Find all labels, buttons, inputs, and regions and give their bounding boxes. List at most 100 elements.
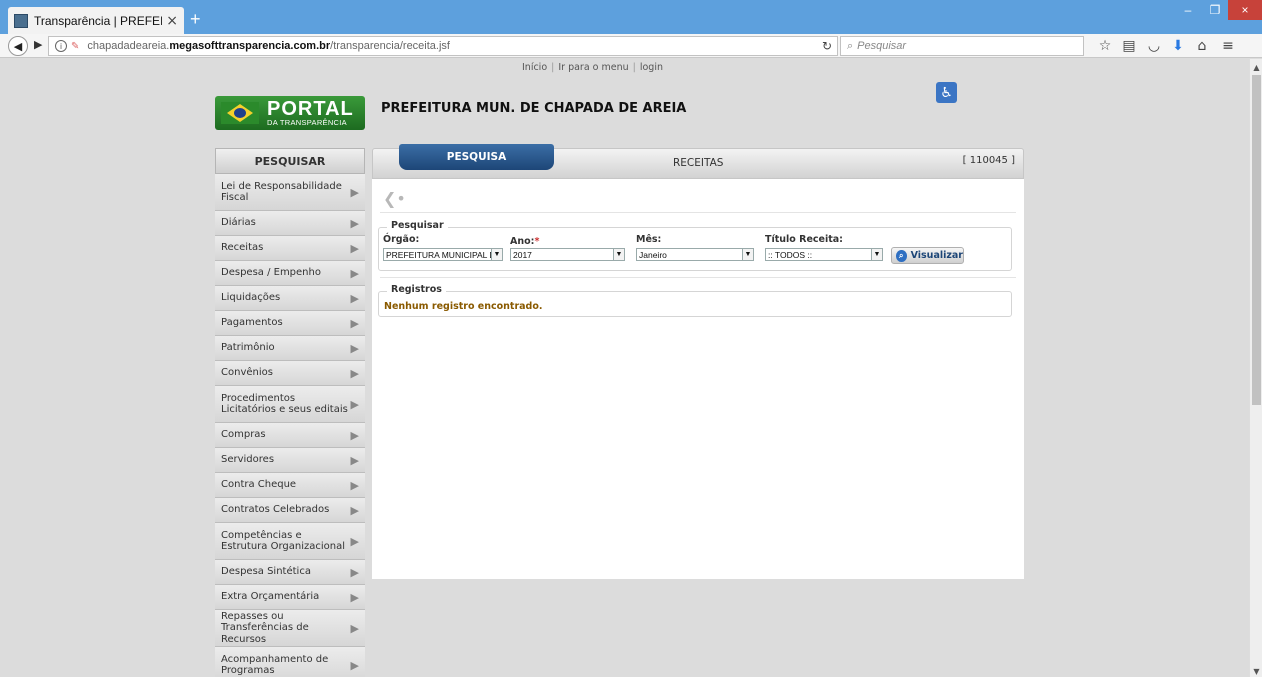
page-scrollbar[interactable]: ▲ ▼ <box>1249 59 1262 677</box>
chevron-down-icon: ▼ <box>871 249 882 260</box>
browser-tabstrip: Transparência | PREFEITU... × + – ❐ × <box>0 0 1262 34</box>
home-icon[interactable]: ⌂ <box>1194 38 1210 54</box>
link-login[interactable]: login <box>640 62 663 73</box>
brazil-flag-icon <box>221 102 259 124</box>
divider <box>380 277 1016 278</box>
browser-tab[interactable]: Transparência | PREFEITU... × <box>8 7 184 34</box>
reading-list-icon[interactable]: ▤ <box>1121 38 1137 54</box>
search-input[interactable]: ⌕ Pesquisar <box>840 36 1084 56</box>
url-bar[interactable]: i ✎ chapadadeareia. megasofttransparencia… <box>48 36 838 56</box>
logo-main-text: PORTAL <box>267 98 354 121</box>
sidebar-item-despesa-empenho[interactable]: Despesa / Empenho ▶ <box>215 261 365 286</box>
registros-legend: Registros <box>387 284 446 295</box>
pesquisar-legend: Pesquisar <box>387 220 448 231</box>
sidebar-item-contra-cheque[interactable]: Contra Cheque ▶ <box>215 473 365 498</box>
sidebar-item-receitas[interactable]: Receitas ▶ <box>215 236 365 261</box>
arrow-right-icon: ▶ <box>350 590 359 604</box>
scroll-down-icon[interactable]: ▼ <box>1250 665 1262 677</box>
sidebar-item-compras[interactable]: Compras ▶ <box>215 423 365 448</box>
portal-logo[interactable]: PORTAL DA TRANSPARÊNCIA <box>215 96 365 130</box>
arrow-right-icon: ▶ <box>350 658 359 672</box>
sidebar-item-lrf[interactable]: Lei de Responsabilidade Fiscal ▶ <box>215 174 365 211</box>
arrow-right-icon: ▶ <box>350 185 359 199</box>
back-button[interactable]: ◀ <box>8 36 28 56</box>
minimize-button[interactable]: – <box>1174 0 1202 20</box>
sidebar-item-competencias[interactable]: Competências e Estrutura Organizacional ▶ <box>215 523 365 560</box>
mes-label: Mês: <box>636 234 662 245</box>
arrow-right-icon: ▶ <box>350 478 359 492</box>
close-icon[interactable]: × <box>166 13 178 29</box>
titulo-receita-label: Título Receita: <box>765 234 843 245</box>
orgao-select[interactable]: PREFEITURA MUNICIPAL D ▼ <box>383 248 503 261</box>
search-icon: ⌕ <box>847 39 854 52</box>
sidebar-item-procedimentos[interactable]: Procedimentos Licitatórios e seus editai… <box>215 386 365 423</box>
url-path: /transparencia/receita.jsf <box>330 40 450 52</box>
main-tabbar: PESQUISA RECEITAS [ 110045 ] <box>372 144 1024 179</box>
sidebar-item-extra-orcamentaria[interactable]: Extra Orçamentária ▶ <box>215 585 365 610</box>
arrow-right-icon: ▶ <box>350 397 359 411</box>
navigation-bar: ◀ ▶ i ✎ chapadadeareia. megasofttranspare… <box>0 34 1262 58</box>
tab-title: Transparência | PREFEITU... <box>34 13 163 28</box>
scroll-thumb[interactable] <box>1252 75 1261 405</box>
arrow-right-icon: ▶ <box>350 291 359 305</box>
visualizar-button[interactable]: ⌕ Visualizar <box>891 247 964 264</box>
new-tab-button[interactable]: + <box>190 9 201 30</box>
arrow-right-icon: ▶ <box>350 453 359 467</box>
divider <box>380 212 1016 213</box>
arrow-right-icon: ▶ <box>350 565 359 579</box>
mes-select[interactable]: Janeiro ▼ <box>636 248 754 261</box>
forward-button[interactable]: ▶ <box>34 38 42 51</box>
registros-fieldset: Registros Nenhum registro encontrado. <box>378 284 1012 317</box>
insecure-lock-icon: ✎ <box>71 40 80 52</box>
chevron-down-icon: ▼ <box>491 249 502 260</box>
sidebar-item-pagamentos[interactable]: Pagamentos ▶ <box>215 311 365 336</box>
page-title: PREFEITURA MUN. DE CHAPADA DE AREIA <box>381 101 687 116</box>
chevron-down-icon: ▼ <box>742 249 753 260</box>
page-viewport: Início | Ir para o menu | login ♿ PORTAL DA … <box>0 59 1249 677</box>
tab-receitas[interactable]: RECEITAS <box>673 157 723 169</box>
bookmark-star-icon[interactable]: ☆ <box>1097 38 1113 54</box>
sidebar-header: PESQUISAR <box>215 148 365 174</box>
main-panel: ❮• Pesquisar Órgão: PREFEITURA MUNICIPAL… <box>372 179 1024 579</box>
link-menu[interactable]: Ir para o menu <box>558 62 628 73</box>
orgao-label: Órgão: <box>383 234 420 245</box>
pocket-icon[interactable]: ◡ <box>1146 38 1162 54</box>
reload-icon[interactable]: ↻ <box>817 37 837 55</box>
arrow-right-icon: ▶ <box>350 216 359 230</box>
window-close-button[interactable]: × <box>1228 0 1262 20</box>
logo-sub-text: DA TRANSPARÊNCIA <box>267 118 347 128</box>
sidebar-item-diarias[interactable]: Diárias ▶ <box>215 211 365 236</box>
sidebar-item-servidores[interactable]: Servidores ▶ <box>215 448 365 473</box>
pesquisar-fieldset: Pesquisar Órgão: PREFEITURA MUNICIPAL D … <box>378 220 1012 271</box>
download-icon[interactable]: ⬇ <box>1170 38 1186 54</box>
sidebar-item-contratos[interactable]: Contratos Celebrados ▶ <box>215 498 365 523</box>
arrow-right-icon: ▶ <box>350 621 359 635</box>
url-domain: megasofttransparencia.com.br <box>169 40 331 52</box>
chevron-down-icon: ▼ <box>613 249 624 260</box>
arrow-right-icon: ▶ <box>350 241 359 255</box>
restore-button[interactable]: ❐ <box>1202 0 1228 20</box>
sidebar-item-acompanhamento[interactable]: Acompanhamento de Programas ▶ <box>215 647 365 677</box>
sidebar-item-liquidacoes[interactable]: Liquidações ▶ <box>215 286 365 311</box>
sidebar: PESQUISAR Lei de Responsabilidade Fiscal… <box>215 148 365 677</box>
link-inicio[interactable]: Início <box>522 62 547 73</box>
back-arrow-icon[interactable]: ❮• <box>383 189 406 208</box>
scroll-up-icon[interactable]: ▲ <box>1250 61 1262 73</box>
sidebar-item-patrimonio[interactable]: Patrimônio ▶ <box>215 336 365 361</box>
no-records-message: Nenhum registro encontrado. <box>384 301 543 312</box>
magnifier-icon: ⌕ <box>896 249 907 262</box>
sidebar-item-convenios[interactable]: Convênios ▶ <box>215 361 365 386</box>
titulo-receita-select[interactable]: :: TODOS :: ▼ <box>765 248 883 261</box>
menu-icon[interactable]: ≡ <box>1220 38 1236 54</box>
page-code: [ 110045 ] <box>962 155 1015 166</box>
tab-pesquisa[interactable]: PESQUISA <box>399 144 554 170</box>
arrow-right-icon: ▶ <box>350 503 359 517</box>
ano-select[interactable]: 2017 ▼ <box>510 248 625 261</box>
accessibility-icon[interactable]: ♿ <box>936 82 957 103</box>
info-icon[interactable]: i <box>55 40 67 52</box>
ano-label: Ano:* <box>510 236 540 247</box>
sidebar-item-despesa-sintetica[interactable]: Despesa Sintética ▶ <box>215 560 365 585</box>
sidebar-item-repasses[interactable]: Repasses ou Transferências de Recursos ▶ <box>215 610 365 647</box>
arrow-right-icon: ▶ <box>350 266 359 280</box>
url-host: chapadadeareia. <box>87 40 170 52</box>
